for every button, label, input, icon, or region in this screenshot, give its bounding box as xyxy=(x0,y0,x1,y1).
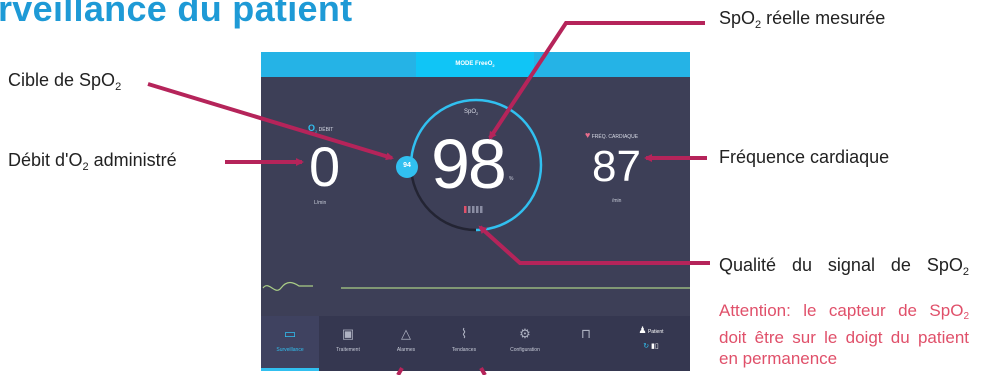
arrow-spo2-measured xyxy=(488,21,705,140)
arrow-stub-left xyxy=(396,367,404,375)
annotation-arrows xyxy=(147,21,710,375)
arrow-signal-quality xyxy=(478,225,710,265)
arrow-stub-right xyxy=(479,367,487,375)
arrow-spo2-target xyxy=(147,82,394,161)
